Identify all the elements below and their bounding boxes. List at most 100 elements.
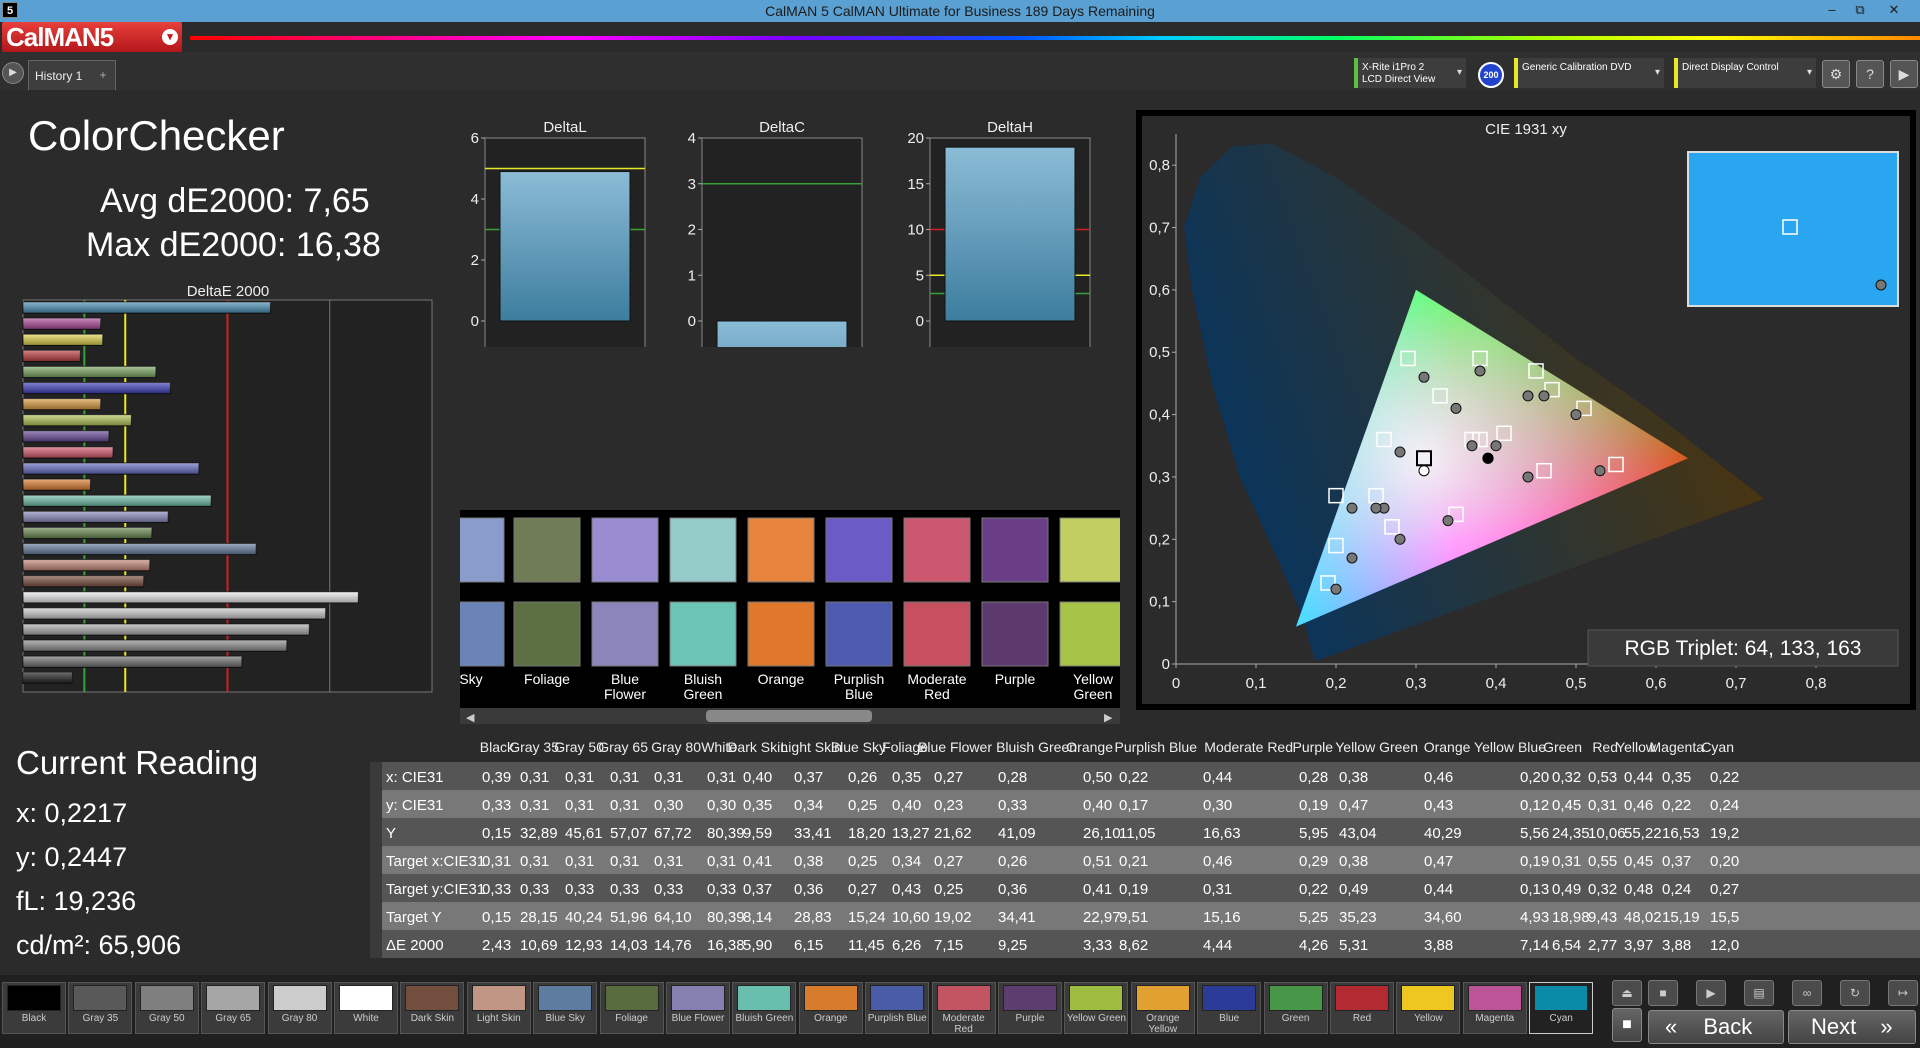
minimize-button[interactable]: – bbox=[1818, 0, 1846, 20]
scroll-left-icon: ◀ bbox=[466, 711, 475, 724]
swatch-orange[interactable]: Orange bbox=[798, 982, 863, 1034]
swatch-black[interactable]: Black bbox=[2, 982, 66, 1034]
bar-sheen bbox=[23, 559, 150, 571]
patch-label-line: Flower bbox=[604, 686, 646, 702]
swatch-purplish-blue[interactable]: Purplish Blue bbox=[865, 982, 930, 1034]
play-icon[interactable]: ▶ bbox=[2, 62, 24, 84]
table-cell: 11,05 bbox=[1119, 825, 1155, 842]
patch-target bbox=[825, 517, 893, 583]
patch-target bbox=[591, 517, 659, 583]
refresh-icon[interactable]: ↻ bbox=[1840, 980, 1870, 1006]
table-cell: 0,51 bbox=[1083, 853, 1112, 870]
swatch-moderate-red[interactable]: Moderate Red bbox=[931, 982, 996, 1035]
table-cell: 0,31 bbox=[482, 853, 511, 870]
swatch-yellow-green[interactable]: Yellow Green bbox=[1064, 982, 1129, 1034]
table-cell: 0,33 bbox=[565, 881, 594, 898]
y-tick-label: 1 bbox=[688, 267, 696, 284]
swatch-yellow[interactable]: Yellow bbox=[1396, 982, 1461, 1034]
y-tick-label: 4 bbox=[471, 191, 479, 208]
swatch-gray-50[interactable]: Gray 50 bbox=[134, 982, 199, 1034]
patch-label: Purple bbox=[995, 671, 1036, 687]
calman-logo-menu[interactable]: CalMAN5 ▾ bbox=[2, 22, 182, 52]
table-cell: 5,25 bbox=[1299, 909, 1328, 926]
restore-button[interactable]: ⧉ bbox=[1846, 0, 1874, 20]
settings-button[interactable]: ⚙ bbox=[1822, 60, 1850, 88]
page-title: ColorChecker bbox=[28, 112, 285, 159]
column-header: Green bbox=[1543, 739, 1582, 755]
column-header: Purplish Blue bbox=[1115, 739, 1198, 755]
table-cell: 0,19 bbox=[1520, 853, 1549, 870]
table-cell: 0,53 bbox=[1588, 769, 1617, 786]
table-cell: 0,33 bbox=[482, 797, 511, 814]
swatch-dark-skin[interactable]: Dark Skin bbox=[400, 982, 465, 1034]
stop-button[interactable]: ■ bbox=[1612, 1008, 1642, 1042]
next-label: Next bbox=[1811, 1014, 1857, 1039]
swatch-magenta[interactable]: Magenta bbox=[1462, 982, 1527, 1034]
swatch-foliage[interactable]: Foliage bbox=[599, 982, 664, 1034]
table-cell: 0,47 bbox=[1339, 797, 1368, 814]
close-button[interactable]: ✕ bbox=[1880, 0, 1908, 20]
swatch-color bbox=[206, 985, 261, 1011]
back-icon: « bbox=[1665, 1014, 1678, 1039]
back-button[interactable]: « Back bbox=[1648, 1010, 1784, 1044]
patch-label-line: Blue bbox=[845, 686, 873, 702]
eject-icon[interactable]: ⏏ bbox=[1612, 980, 1642, 1006]
loop-icon[interactable]: ∞ bbox=[1792, 980, 1822, 1006]
swatch-white[interactable]: White bbox=[334, 982, 398, 1034]
next-button[interactable]: Next » bbox=[1788, 1010, 1916, 1044]
y-tick-label: 0 bbox=[916, 313, 924, 330]
swatch-blue-sky[interactable]: Blue Sky bbox=[533, 982, 598, 1034]
swatch-red[interactable]: Red bbox=[1330, 982, 1394, 1034]
table-cell: 2,43 bbox=[482, 937, 511, 954]
x-tick-label: 0,2 bbox=[1326, 675, 1347, 692]
swatch-label: Orange Yellow bbox=[1146, 1013, 1180, 1035]
swatch-orange-yellow[interactable]: Orange Yellow bbox=[1130, 982, 1195, 1035]
swatch-bluish-green[interactable]: Bluish Green bbox=[732, 982, 797, 1034]
play-icon[interactable]: ▶ bbox=[1696, 980, 1726, 1006]
column-header: Gray 35 bbox=[509, 739, 559, 755]
delta-lch-charts: DeltaL6420-2-4-6DeltaC43210-1-2-3-4Delta… bbox=[471, 119, 1091, 347]
add-tab-button[interactable]: + bbox=[94, 66, 112, 84]
swatch-blue[interactable]: Blue bbox=[1197, 982, 1262, 1034]
table-cell: 6,15 bbox=[794, 937, 823, 954]
column-header: Orange Yellow bbox=[1424, 739, 1515, 755]
source-selector[interactable]: Generic Calibration DVD ▾ bbox=[1514, 58, 1664, 88]
swatch-light-skin[interactable]: Light Skin bbox=[466, 982, 531, 1034]
row-label: Target x:CIE31 bbox=[386, 853, 485, 870]
forward-button[interactable]: ▶ bbox=[1890, 60, 1918, 88]
table-cell: 4,44 bbox=[1203, 937, 1232, 954]
bar-sheen bbox=[23, 640, 287, 652]
y-tick-label: 4 bbox=[688, 130, 696, 147]
table-cell: 0,22 bbox=[1662, 797, 1691, 814]
table-cell: 0,27 bbox=[934, 853, 963, 870]
exit-icon[interactable]: ↦ bbox=[1888, 980, 1918, 1006]
stop-icon[interactable]: ■ bbox=[1648, 980, 1678, 1006]
swatch-label: Blue Sky bbox=[545, 1013, 585, 1024]
bar-sheen bbox=[23, 382, 171, 394]
patch-label-line: Bluish bbox=[684, 671, 722, 687]
swatch-green[interactable]: Green bbox=[1263, 982, 1328, 1034]
swatch-label: Orange bbox=[814, 1013, 848, 1024]
x-tick-label: 0,8 bbox=[1806, 675, 1827, 692]
swatch-gray-35[interactable]: Gray 35 bbox=[68, 982, 133, 1034]
y-tick-label: 0,8 bbox=[1149, 157, 1170, 174]
table-cell: 15,24 bbox=[848, 909, 886, 926]
x-tick-label: 0,7 bbox=[1726, 675, 1747, 692]
swatch-blue-flower[interactable]: Blue Flower bbox=[666, 982, 730, 1034]
display-selector[interactable]: Direct Display Control ▾ bbox=[1674, 58, 1816, 88]
table-cell: 8,14 bbox=[743, 909, 772, 926]
delta-bar bbox=[716, 320, 848, 347]
help-button[interactable]: ? bbox=[1856, 60, 1884, 88]
table-cell: 34,60 bbox=[1424, 909, 1462, 926]
swatch-gray-80[interactable]: Gray 80 bbox=[267, 982, 332, 1034]
swatch-label: Gray 50 bbox=[149, 1013, 185, 1024]
table-cell: 0,33 bbox=[520, 881, 549, 898]
save-icon[interactable]: ▤ bbox=[1744, 980, 1774, 1006]
source-name: Generic Calibration DVD bbox=[1522, 62, 1632, 73]
swatch-purple[interactable]: Purple bbox=[998, 982, 1062, 1034]
swatch-cyan[interactable]: Cyan bbox=[1529, 982, 1594, 1034]
meter-selector[interactable]: X-Rite i1Pro 2 LCD Direct View ▾ bbox=[1354, 58, 1466, 88]
y-tick-label: 2 bbox=[471, 252, 479, 269]
swatch-gray-65[interactable]: Gray 65 bbox=[201, 982, 266, 1034]
delta-bar bbox=[499, 171, 631, 322]
